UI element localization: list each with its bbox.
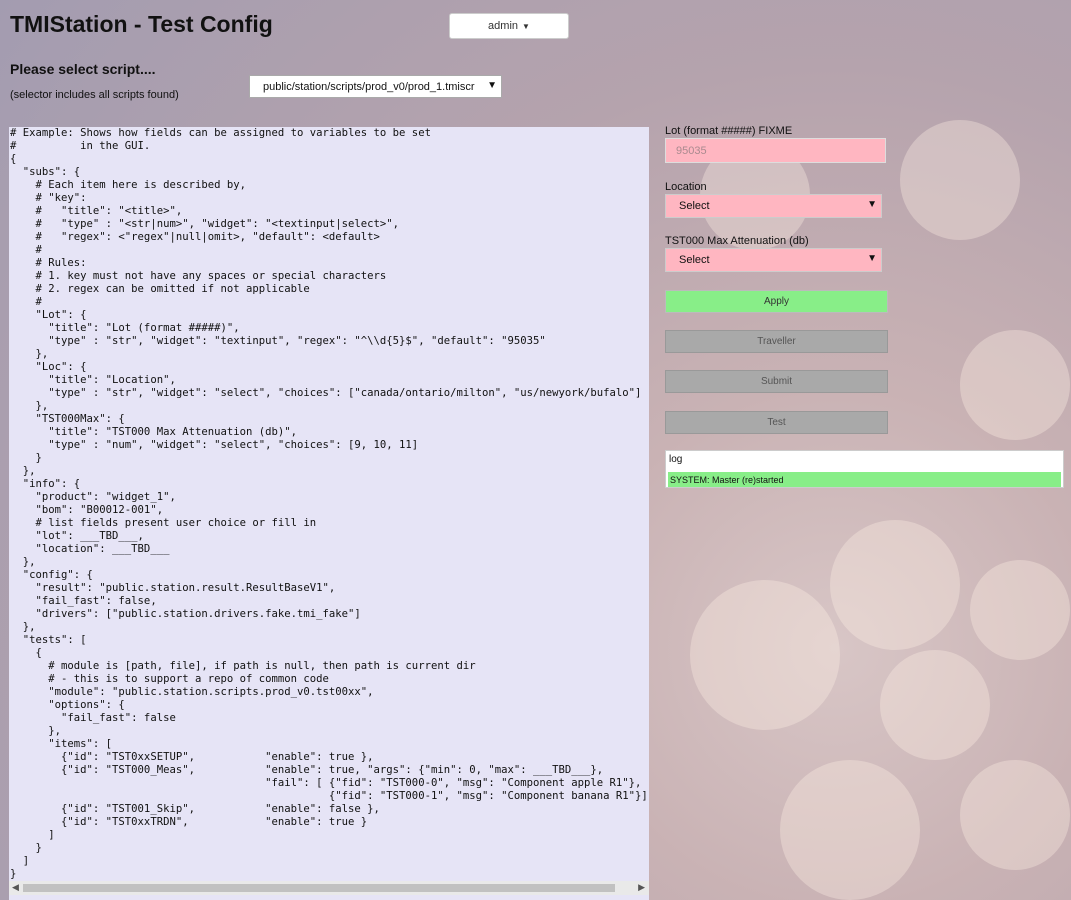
caret-down-icon: ▼ [867, 199, 877, 210]
bokeh-decoration [780, 760, 920, 900]
test-button[interactable]: Test [665, 411, 888, 434]
horizontal-scrollbar[interactable]: ◀ ▶ [9, 881, 649, 895]
caret-down-icon: ▼ [522, 21, 530, 31]
user-menu-button[interactable]: admin ▼ [449, 13, 569, 39]
bokeh-decoration [960, 330, 1070, 440]
bokeh-decoration [880, 650, 990, 760]
max-attenuation-label: TST000 Max Attenuation (db) [665, 235, 809, 247]
script-code-viewer[interactable]: # Example: Shows how fields can be assig… [9, 127, 649, 900]
submit-button[interactable]: Submit [665, 370, 888, 393]
lot-input[interactable]: 95035 [665, 138, 886, 163]
script-select-label: Please select script.... [10, 61, 156, 77]
bokeh-decoration [830, 520, 960, 650]
log-entry: SYSTEM: Master (re)started [668, 472, 1061, 487]
scroll-right-icon[interactable]: ▶ [638, 882, 645, 893]
max-attenuation-select-value: Select [679, 254, 710, 266]
script-code-text: # Example: Shows how fields can be assig… [10, 127, 648, 880]
script-select[interactable]: public/station/scripts/prod_v0/prod_1.tm… [249, 75, 502, 98]
log-title: log [669, 454, 683, 465]
lot-input-placeholder: 95035 [676, 144, 707, 157]
location-select-value: Select [679, 200, 710, 212]
bokeh-decoration [960, 760, 1070, 870]
max-attenuation-select[interactable]: Select ▼ [665, 248, 882, 272]
location-label: Location [665, 181, 707, 193]
location-select[interactable]: Select ▼ [665, 194, 882, 218]
user-label: admin [488, 20, 519, 32]
apply-button[interactable]: Apply [665, 290, 888, 313]
log-panel: log SYSTEM: Master (re)started [665, 450, 1064, 488]
bokeh-decoration [970, 560, 1070, 660]
bokeh-decoration [690, 580, 840, 730]
page-title: TMIStation - Test Config [10, 11, 273, 37]
caret-down-icon: ▼ [487, 80, 497, 91]
bokeh-decoration [900, 120, 1020, 240]
scroll-left-icon[interactable]: ◀ [12, 882, 19, 893]
script-select-value: public/station/scripts/prod_v0/prod_1.tm… [263, 80, 475, 93]
scrollbar-thumb[interactable] [23, 884, 615, 892]
traveller-button[interactable]: Traveller [665, 330, 888, 353]
script-select-hint: (selector includes all scripts found) [10, 89, 179, 101]
caret-down-icon: ▼ [867, 253, 877, 264]
lot-label: Lot (format #####) FIXME [665, 125, 793, 137]
